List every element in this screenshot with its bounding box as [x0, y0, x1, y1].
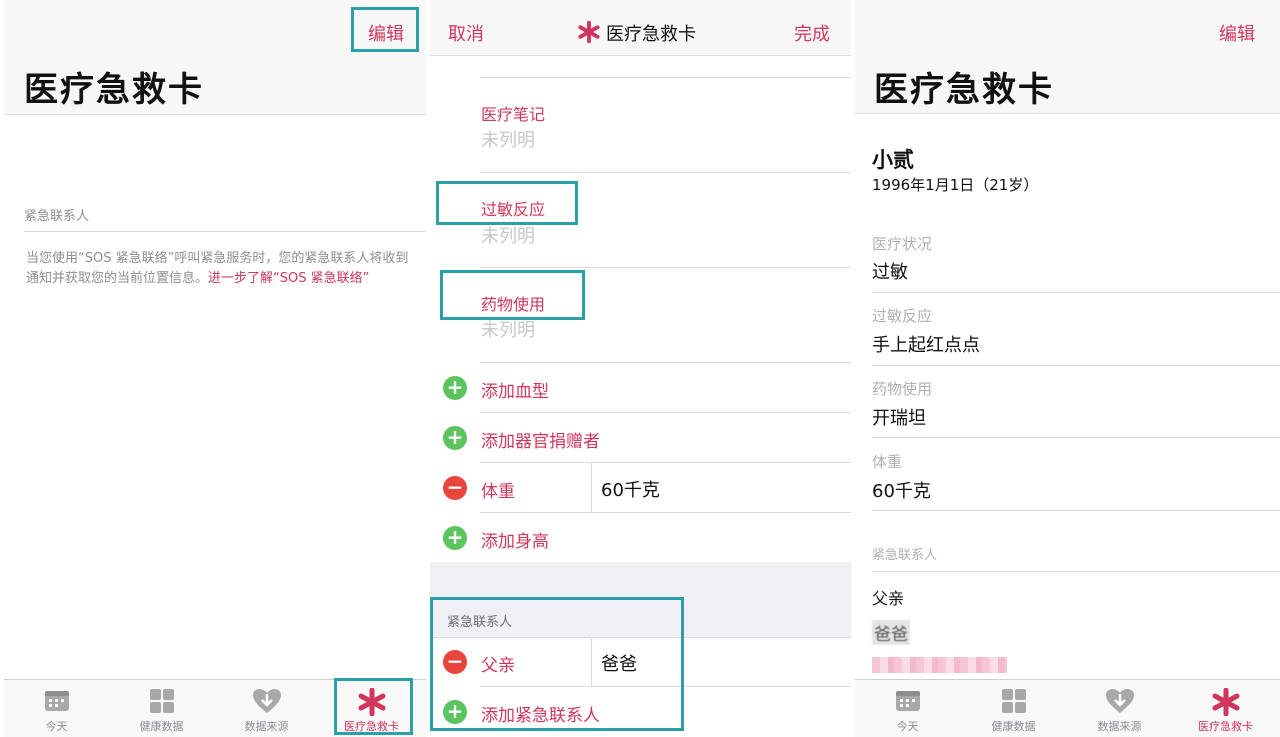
- panel-medical-id-empty: 编辑 医疗急救卡 紧急联系人 当您使用“SOS 紧急联络”呼叫紧急服务时，您的紧…: [4, 0, 426, 737]
- tab-today[interactable]: 今天: [4, 680, 109, 737]
- notes-label: 医疗笔记: [481, 105, 546, 124]
- tab-medical-id[interactable]: 医疗急救卡: [1173, 680, 1278, 737]
- panel-medical-id-edit: 取消 医疗急救卡 完成 医疗笔记 未列明 过敏反应 未列明 药物使用 未列明 +…: [430, 0, 851, 737]
- add-donor-icon[interactable]: +: [443, 426, 467, 450]
- tab-bar: 今天 健康数据 数据来源 医疗急救卡: [855, 679, 1280, 737]
- tab-sources[interactable]: 数据来源: [1067, 680, 1172, 737]
- page-title: 医疗急救卡: [874, 70, 1054, 110]
- nav-title-text: 医疗急救卡: [606, 24, 696, 45]
- tab-label: 健康数据: [991, 720, 1036, 733]
- weight-label: 体重: [481, 482, 515, 502]
- grid-icon: [1001, 689, 1026, 713]
- tab-label: 健康数据: [139, 720, 184, 733]
- calendar-icon: [44, 691, 69, 711]
- page-title: 医疗急救卡: [24, 70, 204, 110]
- panel-medical-id-filled: 编辑 医疗急救卡 小贰 1996年1月1日（21岁） 医疗状况 过敏 过敏反应 …: [855, 0, 1280, 737]
- highlight-allergy: [436, 181, 578, 225]
- sos-description: 当您使用“SOS 紧急联络”呼叫紧急服务时，您的紧急联系人将收到通知并获取您的当…: [26, 249, 416, 289]
- tab-health-data[interactable]: 健康数据: [109, 680, 214, 737]
- person-name: 小贰: [872, 148, 914, 172]
- grid-icon: [149, 689, 174, 713]
- add-height-button[interactable]: 添加身高: [481, 527, 549, 552]
- tab-label: 医疗急救卡: [1198, 720, 1253, 733]
- done-button[interactable]: 完成: [794, 20, 830, 46]
- meds-label: 药物使用: [872, 380, 933, 398]
- divider: [591, 463, 592, 512]
- add-height-icon[interactable]: +: [443, 526, 467, 550]
- allergy-value: 手上起红点点: [872, 335, 980, 356]
- cancel-button[interactable]: 取消: [448, 20, 484, 46]
- highlight-contacts: [430, 597, 684, 731]
- add-blood-icon[interactable]: +: [443, 376, 467, 400]
- contact-name-blurred: 爸爸: [872, 620, 910, 645]
- tab-label: 今天: [45, 720, 68, 733]
- birth-date: 1996年1月1日（21岁）: [872, 176, 1039, 194]
- condition-value: 过敏: [872, 262, 908, 283]
- weight-value: 60千克: [872, 481, 931, 502]
- tab-label: 今天: [896, 720, 919, 733]
- tab-health-data[interactable]: 健康数据: [961, 680, 1066, 737]
- heart-download-icon: [252, 689, 281, 713]
- meds-value: 开瑞坦: [872, 408, 926, 429]
- highlight-meds: [440, 270, 585, 320]
- contact-relation: 父亲: [872, 589, 905, 608]
- section-label-contacts: 紧急联系人: [24, 209, 90, 224]
- weight-label: 体重: [872, 453, 903, 471]
- notes-value[interactable]: 未列明: [481, 126, 535, 152]
- asterisk-icon: [1212, 688, 1239, 716]
- asterisk-icon: [578, 21, 600, 43]
- condition-label: 医疗状况: [872, 235, 933, 253]
- edit-button[interactable]: 编辑: [1219, 20, 1255, 46]
- add-donor-button[interactable]: 添加器官捐赠者: [481, 427, 600, 452]
- contact-phone-redacted: [872, 657, 1007, 673]
- contacts-label: 紧急联系人: [872, 548, 938, 563]
- calendar-icon: [895, 691, 920, 711]
- tab-today[interactable]: 今天: [855, 680, 960, 737]
- tab-label: 数据来源: [244, 720, 289, 733]
- highlight-medical-tab: [334, 678, 413, 735]
- highlight-edit: [351, 7, 419, 52]
- allergy-label: 过敏反应: [872, 307, 933, 325]
- heart-download-icon: [1105, 689, 1134, 713]
- tab-label: 数据来源: [1097, 720, 1142, 733]
- remove-weight-icon[interactable]: −: [443, 476, 467, 500]
- allergy-value[interactable]: 未列明: [481, 222, 535, 248]
- weight-value[interactable]: 60千克: [601, 476, 660, 502]
- add-blood-button[interactable]: 添加血型: [481, 377, 549, 402]
- learn-more-link[interactable]: 进一步了解“SOS 紧急联络”: [208, 271, 369, 286]
- tab-sources[interactable]: 数据来源: [214, 680, 319, 737]
